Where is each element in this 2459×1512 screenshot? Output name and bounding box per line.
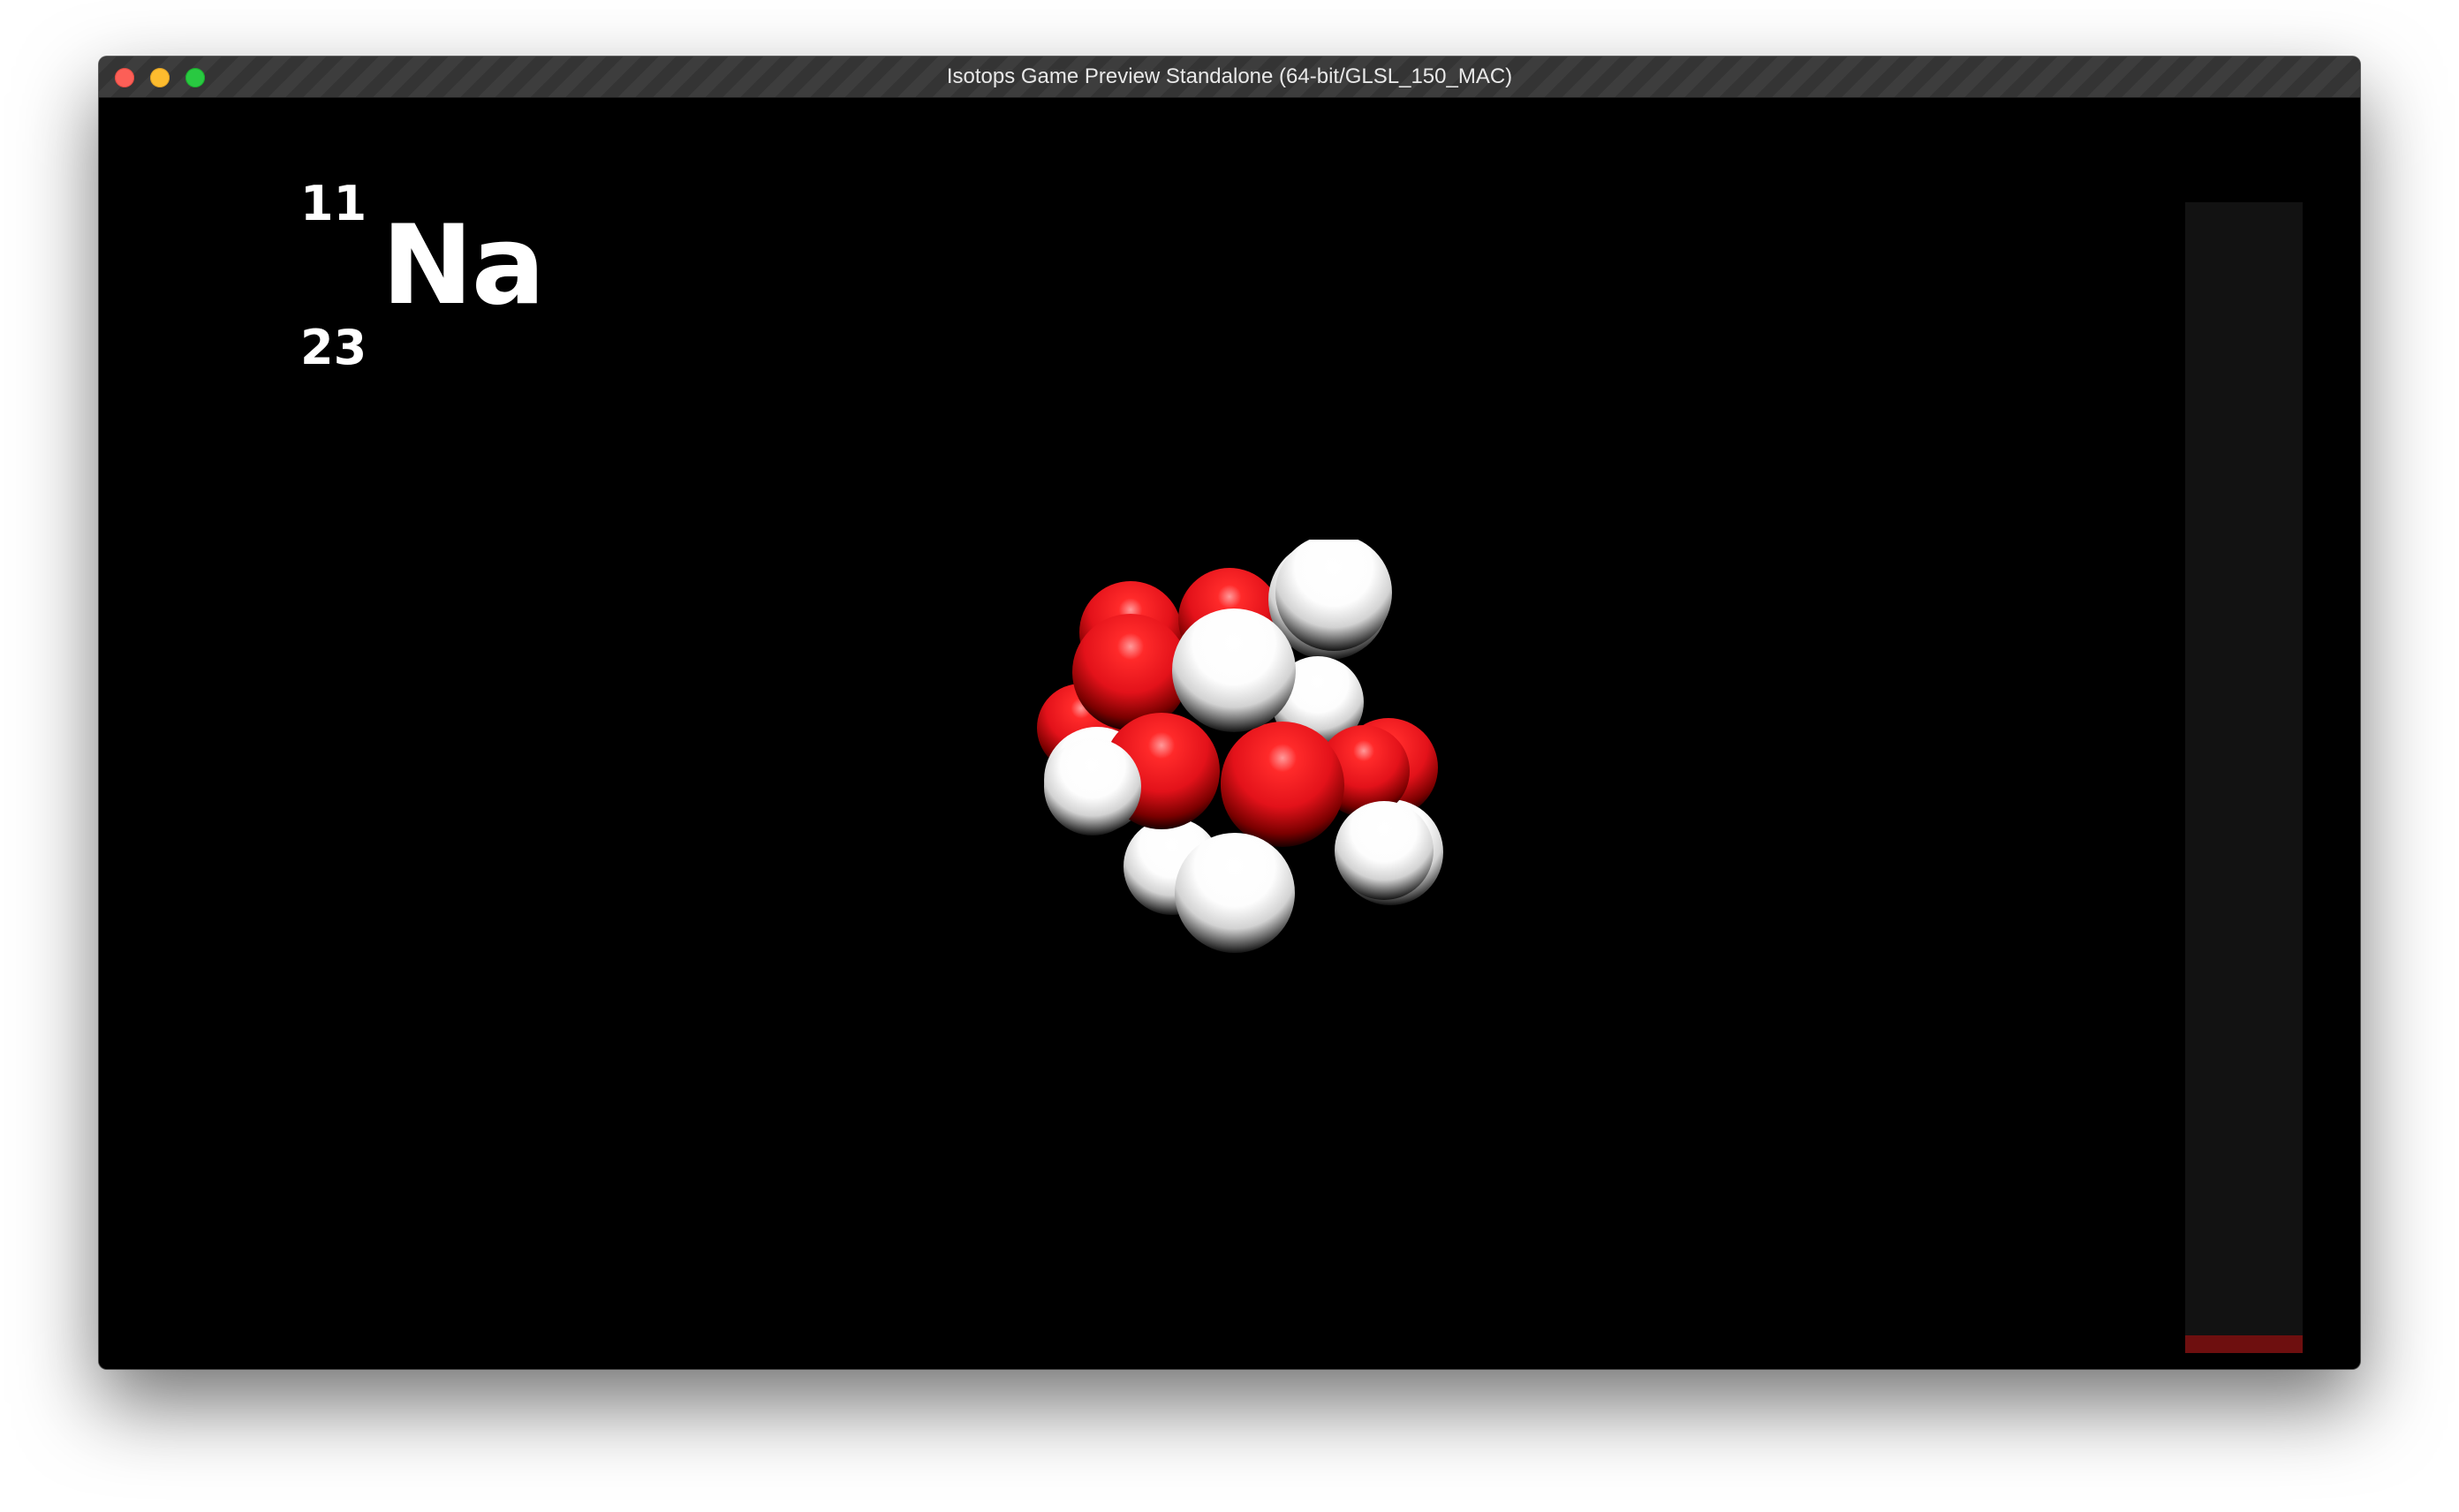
element-symbol: Na <box>382 202 545 329</box>
energy-meter-fill <box>2185 1335 2303 1353</box>
game-viewport[interactable]: 11 Na 23 <box>99 98 2360 1369</box>
window-title: Isotops Game Preview Standalone (64-bit/… <box>946 64 1513 88</box>
atomic-number: 11 <box>300 176 367 231</box>
desktop: Isotops Game Preview Standalone (64-bit/… <box>0 0 2459 1512</box>
nucleon-proton <box>1221 723 1344 847</box>
nucleon-neutron <box>1275 540 1392 651</box>
nucleon-neutron <box>1172 609 1296 732</box>
atomic-nucleus[interactable] <box>1009 540 1468 1034</box>
energy-meter <box>2185 202 2303 1353</box>
mass-number: 23 <box>300 320 367 375</box>
nucleon-proton <box>1072 614 1189 730</box>
nucleon-neutron <box>1175 833 1295 953</box>
nucleon-neutron <box>1335 801 1434 900</box>
title-bar[interactable]: Isotops Game Preview Standalone (64-bit/… <box>99 57 2360 98</box>
game-window: Isotops Game Preview Standalone (64-bit/… <box>99 57 2360 1369</box>
nucleon-neutron <box>1044 738 1141 835</box>
